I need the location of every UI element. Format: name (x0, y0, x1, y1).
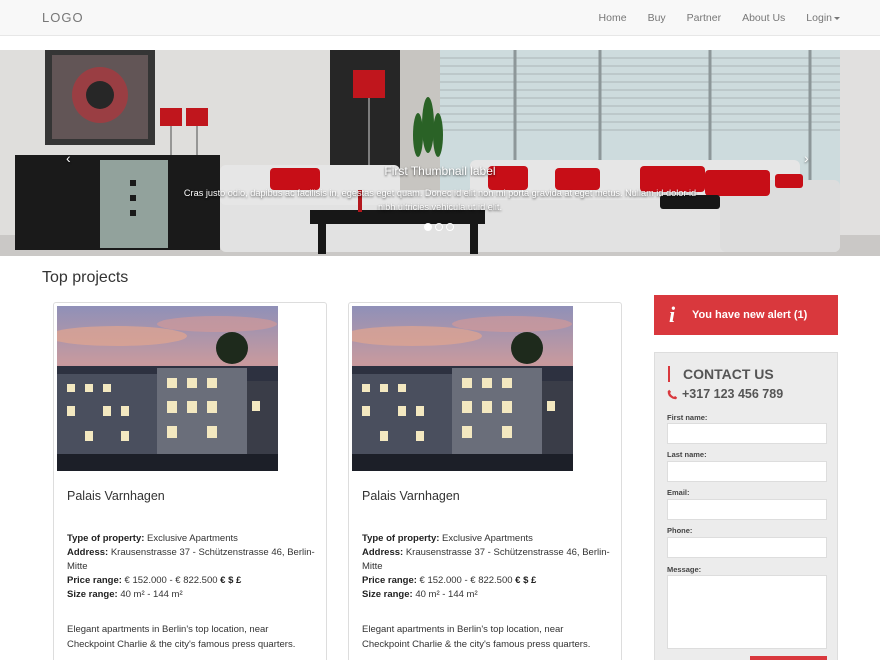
contact-title: CONTACT US (668, 366, 774, 382)
nav-item-home[interactable]: Home (599, 12, 627, 24)
address-label: Address: (67, 547, 109, 558)
carousel-caption: First Thumbnail label Cras justo odio, d… (170, 164, 710, 214)
carousel-indicator-2[interactable] (435, 223, 443, 231)
email-input[interactable] (667, 499, 827, 520)
alert-text: You have new alert (1) (692, 309, 808, 321)
contact-panel: CONTACT US +317 123 456 789 First name: … (654, 352, 838, 660)
project-description: Elegant apartments in Berlin's top locat… (362, 624, 591, 650)
message-label: Message: (667, 565, 702, 574)
size-value: 40 m² - 144 m² (117, 589, 183, 600)
type-value: Exclusive Apartments (144, 533, 238, 544)
navbar: LOGO Home Buy Partner About Us Login (0, 0, 880, 36)
carousel-indicators (424, 223, 457, 231)
contact-phone: +317 123 456 789 (667, 387, 783, 401)
type-label: Type of property: (362, 533, 440, 544)
nav-item-partner[interactable]: Partner (687, 12, 721, 24)
phone-number[interactable]: +317 123 456 789 (682, 387, 783, 401)
carousel-text: Cras justo odio, dapibus ac facilisis in… (183, 188, 697, 212)
type-label: Type of property: (67, 533, 145, 544)
project-description: Elegant apartments in Berlin's top locat… (67, 624, 296, 650)
email-label: Email: (667, 488, 690, 497)
project-card[interactable]: Palais Varnhagen Type of property: Exclu… (348, 302, 622, 660)
building-photo (352, 306, 573, 471)
logo[interactable]: LOGO (42, 10, 84, 25)
price-value: € 152.000 - € 822.500 (416, 575, 516, 586)
address-label: Address: (362, 547, 404, 558)
alert-banner[interactable]: i You have new alert (1) (654, 295, 838, 335)
phone-icon (667, 389, 678, 400)
hero-carousel: ‹ › First Thumbnail label Cras justo odi… (0, 50, 880, 256)
phone-label: Phone: (667, 526, 693, 535)
section-title: Top projects (42, 269, 129, 286)
project-image[interactable] (352, 306, 573, 471)
phone-input[interactable] (667, 537, 827, 558)
project-details: Type of property: Exclusive Apartments A… (362, 532, 612, 602)
building-photo (57, 306, 278, 471)
currency-icons: € $ £ (220, 575, 242, 586)
nav-menu: Home Buy Partner About Us Login (578, 0, 840, 36)
currency-icons: € $ £ (515, 575, 537, 586)
nav-item-login[interactable]: Login (806, 12, 840, 24)
last-name-input[interactable] (667, 461, 827, 482)
type-value: Exclusive Apartments (439, 533, 533, 544)
price-label: Price range: (362, 575, 417, 586)
project-details: Type of property: Exclusive Apartments A… (67, 532, 317, 602)
size-label: Size range: (362, 589, 413, 600)
project-card[interactable]: Palais Varnhagen Type of property: Exclu… (53, 302, 327, 660)
nav-item-about-us[interactable]: About Us (742, 12, 785, 24)
size-value: 40 m² - 144 m² (412, 589, 478, 600)
caret-down-icon (834, 16, 840, 20)
nav-item-buy[interactable]: Buy (648, 12, 666, 24)
project-name[interactable]: Palais Varnhagen (67, 489, 165, 503)
nav-item-login-label: Login (806, 12, 832, 24)
submit-button[interactable] (750, 656, 827, 660)
info-icon: i (668, 302, 676, 327)
first-name-input[interactable] (667, 423, 827, 444)
first-name-label: First name: (667, 413, 708, 422)
message-textarea[interactable] (667, 575, 827, 649)
price-label: Price range: (67, 575, 122, 586)
carousel-next-button[interactable]: › (804, 150, 809, 166)
price-value: € 152.000 - € 822.500 (121, 575, 221, 586)
carousel-indicator-1[interactable] (424, 223, 432, 231)
project-name[interactable]: Palais Varnhagen (362, 489, 460, 503)
size-label: Size range: (67, 589, 118, 600)
carousel-title: First Thumbnail label (384, 164, 496, 178)
last-name-label: Last name: (667, 450, 707, 459)
project-image[interactable] (57, 306, 278, 471)
carousel-prev-button[interactable]: ‹ (66, 150, 71, 166)
carousel-indicator-3[interactable] (446, 223, 454, 231)
